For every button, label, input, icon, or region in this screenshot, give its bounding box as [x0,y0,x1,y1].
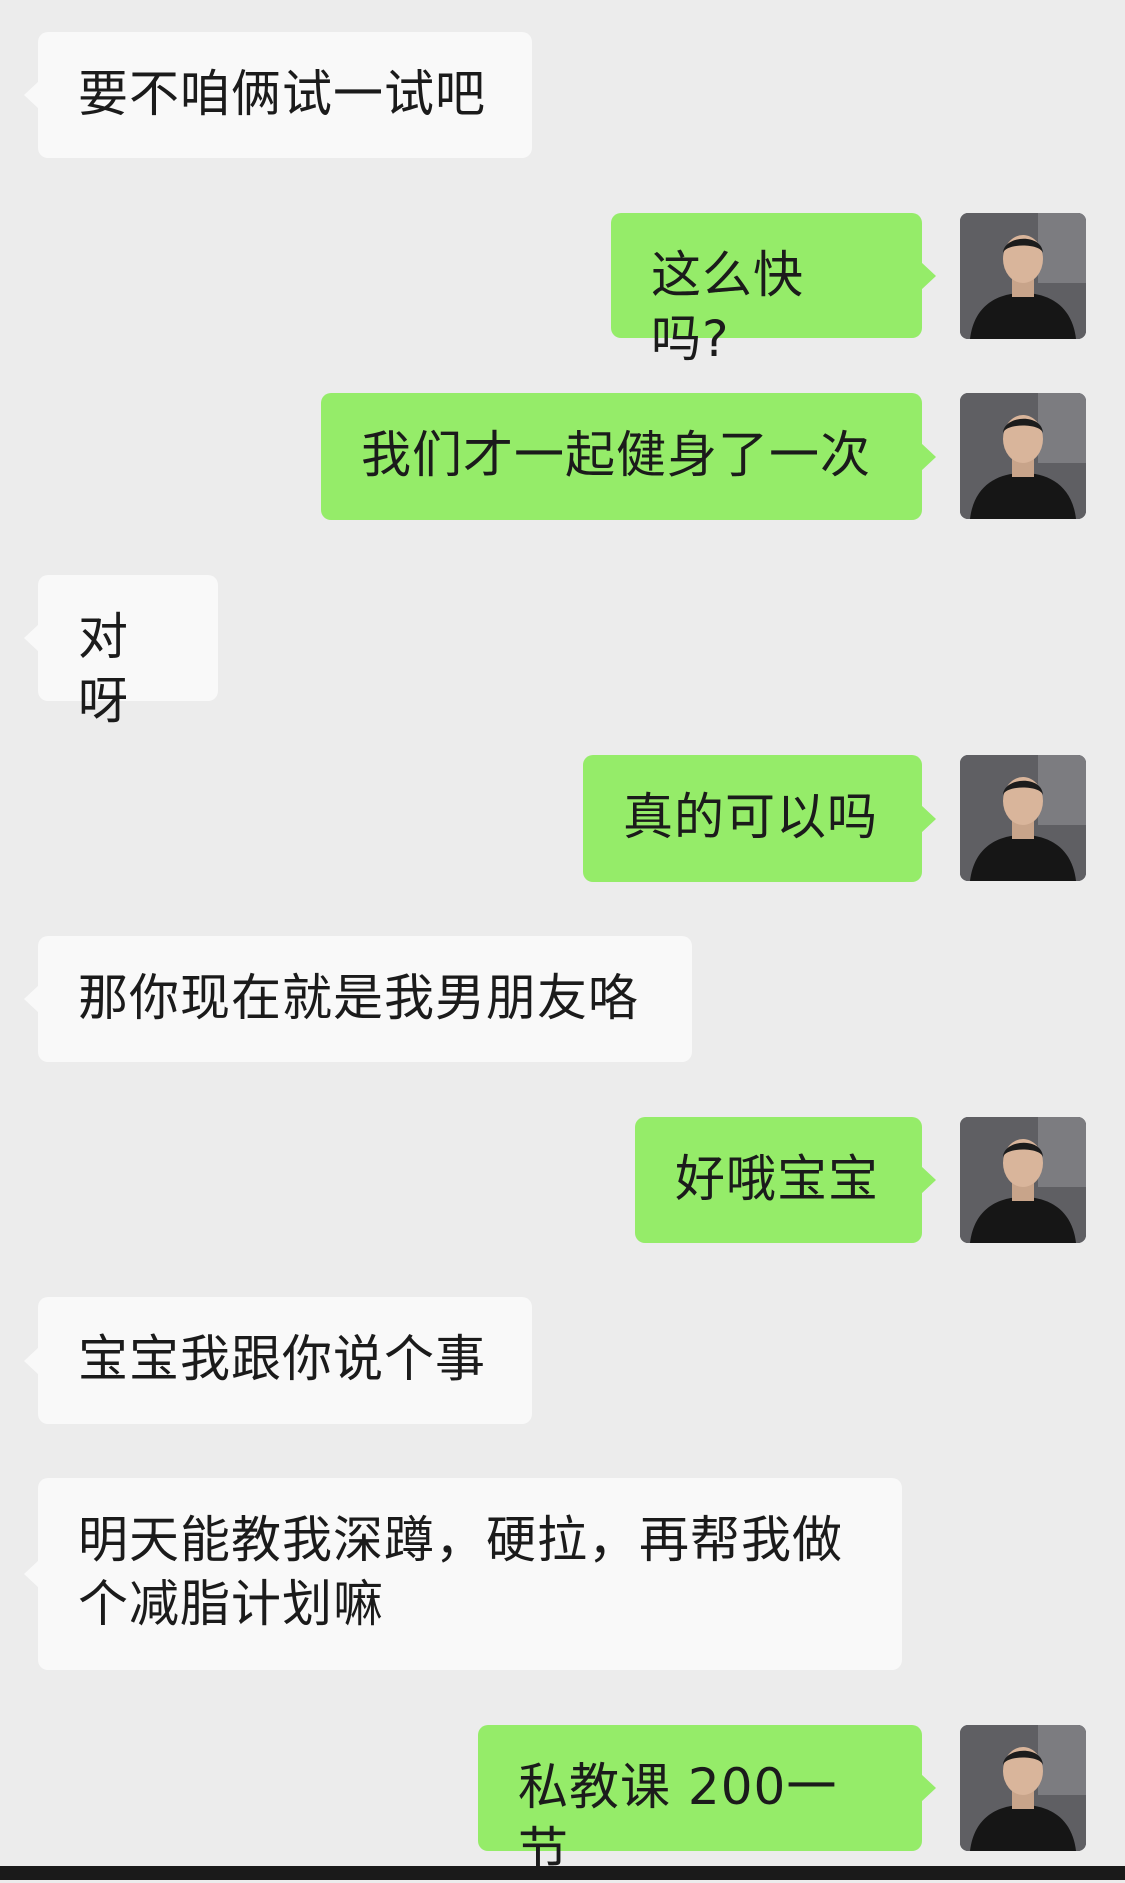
avatar[interactable] [960,1725,1086,1851]
user-avatar-icon [960,213,1086,339]
avatar[interactable] [960,393,1086,519]
user-avatar-icon [960,393,1086,519]
outgoing-message-bubble[interactable]: 真的可以吗 [583,755,936,882]
avatar[interactable] [960,213,1086,339]
incoming-message-bubble[interactable]: 宝宝我跟你说个事 [24,1297,532,1424]
incoming-message-bubble[interactable]: 对呀 [24,575,218,730]
avatar[interactable] [960,1117,1086,1243]
chat-area[interactable]: 要不咱俩试一试吧 这么快吗? 我们才一起健身了一次 对呀 真的可以吗 那你现在就… [0,0,1125,1880]
user-avatar-icon [960,1725,1086,1851]
user-avatar-icon [960,755,1086,881]
outgoing-message-bubble[interactable]: 好哦宝宝 [635,1117,936,1243]
incoming-message-bubble[interactable]: 那你现在就是我男朋友咯 [24,936,692,1062]
outgoing-message-bubble[interactable]: 这么快吗? [611,213,936,368]
outgoing-message-bubble[interactable]: 私教课 200一节 [478,1725,936,1880]
incoming-message-bubble[interactable]: 明天能教我深蹲，硬拉，再帮我做 个减脂计划嘛 [24,1478,902,1670]
avatar[interactable] [960,755,1086,881]
user-avatar-icon [960,1117,1086,1243]
bottom-edge [0,1866,1125,1880]
outgoing-message-bubble[interactable]: 我们才一起健身了一次 [321,393,936,520]
incoming-message-bubble[interactable]: 要不咱俩试一试吧 [24,32,532,158]
